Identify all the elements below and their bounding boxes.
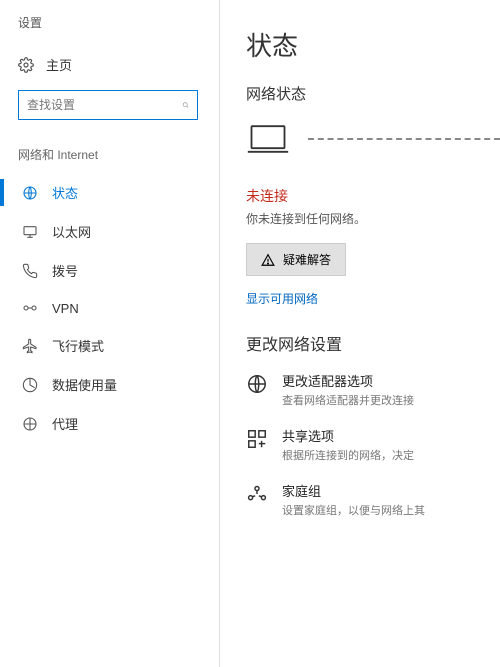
warning-icon	[261, 253, 275, 267]
network-status-heading: 网络状态	[246, 83, 500, 104]
troubleshoot-button[interactable]: 疑难解答	[246, 243, 346, 276]
option-desc: 根据所连接到的网络，决定	[282, 447, 414, 463]
page-title: 状态	[246, 26, 500, 63]
nav-proxy[interactable]: 代理	[18, 404, 219, 443]
monitor-icon	[22, 224, 38, 240]
option-title: 共享选项	[282, 426, 414, 445]
proxy-icon	[22, 416, 38, 432]
nav-label: 拨号	[52, 261, 78, 280]
section-label: 网络和 Internet	[18, 146, 219, 163]
not-connected-label: 未连接	[246, 186, 500, 206]
nav-vpn[interactable]: VPN	[18, 290, 219, 326]
change-settings-heading: 更改网络设置	[246, 331, 500, 355]
nav-label: VPN	[52, 301, 79, 316]
nav-label: 以太网	[52, 222, 91, 241]
nav-ethernet[interactable]: 以太网	[18, 212, 219, 251]
home-label: 主页	[46, 55, 72, 74]
home-link[interactable]: 主页	[18, 49, 219, 80]
phone-icon	[22, 263, 38, 279]
troubleshoot-label: 疑难解答	[283, 251, 331, 268]
nav-label: 飞行模式	[52, 336, 104, 355]
nav-airplane[interactable]: 飞行模式	[18, 326, 219, 365]
option-desc: 设置家庭组，以便与网络上其	[282, 502, 425, 518]
option-adapter[interactable]: 更改适配器选项 查看网络适配器并更改连接	[246, 371, 500, 408]
main-content: 状态 网络状态 未连接 你未连接到任何网络。 疑难解答 显示可用网络 更改网络设…	[220, 0, 500, 667]
globe-icon	[22, 185, 38, 201]
nav-label: 数据使用量	[52, 375, 117, 394]
airplane-icon	[22, 338, 38, 354]
show-available-networks-link[interactable]: 显示可用网络	[246, 290, 318, 307]
sidebar: 设置 主页 网络和 Internet 状态 以太网 拨号 VPN 飞行模式 数据…	[0, 0, 220, 667]
search-icon	[182, 98, 189, 112]
search-input[interactable]	[18, 90, 198, 120]
gear-icon	[18, 57, 34, 73]
connection-line	[308, 138, 500, 140]
option-title: 更改适配器选项	[282, 371, 414, 390]
homegroup-icon	[246, 483, 268, 505]
not-connected-desc: 你未连接到任何网络。	[246, 210, 500, 227]
option-desc: 查看网络适配器并更改连接	[282, 392, 414, 408]
app-title: 设置	[18, 14, 219, 31]
search-field[interactable]	[27, 98, 182, 112]
adapter-icon	[246, 373, 268, 395]
option-sharing[interactable]: 共享选项 根据所连接到的网络，决定	[246, 426, 500, 463]
nav-label: 代理	[52, 414, 78, 433]
vpn-icon	[22, 300, 38, 316]
nav-dialup[interactable]: 拨号	[18, 251, 219, 290]
laptop-icon	[246, 122, 290, 156]
option-title: 家庭组	[282, 481, 425, 500]
data-usage-icon	[22, 377, 38, 393]
option-homegroup[interactable]: 家庭组 设置家庭组，以便与网络上其	[246, 481, 500, 518]
nav-label: 状态	[52, 183, 78, 202]
nav-status[interactable]: 状态	[18, 173, 219, 212]
sharing-icon	[246, 428, 268, 450]
network-diagram	[246, 122, 500, 156]
nav-data-usage[interactable]: 数据使用量	[18, 365, 219, 404]
